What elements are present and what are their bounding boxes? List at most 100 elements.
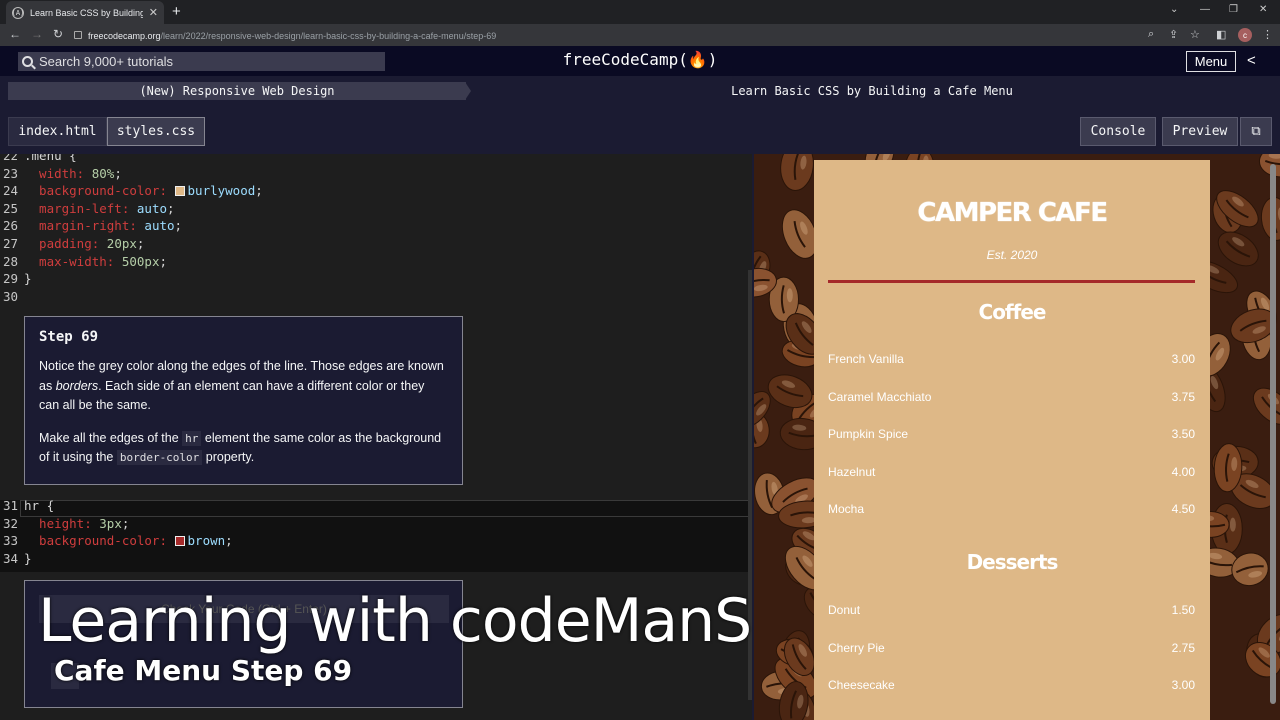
breadcrumb-arrow (465, 82, 471, 100)
browser-menu-icon[interactable]: ⋮ (1262, 28, 1273, 41)
preview-pane[interactable]: CAMPER CAFE Est. 2020 Coffee French Vani… (754, 154, 1280, 720)
code-token: 80% (91, 165, 115, 181)
code-line[interactable]: 31 hr { (0, 498, 752, 516)
step-description: Step 69 Notice the grey color along the … (24, 316, 463, 485)
menu-item: Caramel Macchiato 3.75 (828, 390, 1195, 404)
line-number: 32 (2, 515, 18, 531)
line-number: 27 (2, 236, 18, 251)
code-token: ; (159, 253, 168, 269)
editor-tabs: index.html styles.css Console Preview ⧉ (0, 110, 1280, 154)
code-line[interactable]: 27 padding: 20px; (0, 236, 752, 254)
code-token: ; (136, 236, 145, 251)
video-overlay-title: Learning with codeManS (38, 586, 752, 656)
code-text: background-color: burlywood; (24, 183, 263, 198)
step-emphasis: borders (55, 378, 99, 393)
code-line[interactable]: 33 background-color: brown; (0, 533, 752, 551)
code-line[interactable]: 28 max-width: 500px; (0, 254, 752, 272)
tab-search-icon[interactable]: ⌄ (1170, 4, 1178, 15)
code-line[interactable]: 23 width: 80%; (0, 166, 752, 184)
code-token: padding: (24, 236, 107, 251)
item-name: Caramel Macchiato (828, 389, 932, 404)
code-line[interactable]: 30 (0, 289, 752, 307)
url-field[interactable]: freecodecamp.org/learn/2022/responsive-w… (74, 26, 1134, 44)
close-tab-icon[interactable]: ✕ (149, 6, 158, 19)
new-tab-icon[interactable]: + (172, 3, 181, 20)
fcc-favicon-icon: (A) (11, 6, 25, 19)
item-name: Cherry Pie (828, 640, 885, 655)
code-token: ; (225, 533, 233, 549)
step-paragraph-1: Notice the grey color along the edges of… (39, 357, 448, 416)
code-token: 3px (99, 515, 122, 531)
menu-item: French Vanilla 3.00 (828, 352, 1195, 366)
search-placeholder: Search 9,000+ tutorials (39, 54, 174, 69)
code-token: burlywood (187, 183, 256, 199)
code-token: hr { (24, 498, 55, 513)
preview-popout-icon[interactable]: ⧉ (1240, 117, 1272, 146)
code-token: background-color: (24, 183, 175, 199)
code-line[interactable]: 32 height: 3px; (0, 516, 752, 534)
window-close-icon[interactable]: ✕ (1259, 4, 1267, 15)
minimize-icon[interactable]: — (1200, 4, 1210, 15)
line-number: 24 (2, 183, 18, 199)
share-icon[interactable]: ⇪ (1169, 28, 1178, 41)
bookmark-star-icon[interactable]: ☆ (1190, 28, 1200, 41)
lock-icon (74, 31, 82, 39)
breadcrumb-superblock[interactable]: (New) Responsive Web Design (8, 82, 466, 100)
console-button[interactable]: Console (1080, 117, 1156, 146)
code-token: ; (121, 515, 130, 531)
browser-tab[interactable]: (A) Learn Basic CSS by Building a Ca ✕ (6, 1, 164, 24)
preview-scrollbar[interactable] (1270, 164, 1276, 704)
code-token: brown (187, 533, 226, 549)
preview-button[interactable]: Preview (1162, 117, 1238, 146)
signin-arrow-icon[interactable]: < (1247, 52, 1256, 69)
code-line[interactable]: 25 margin-left: auto; (0, 201, 752, 219)
reload-icon[interactable]: ↻ (53, 27, 63, 41)
code-line[interactable]: 26 margin-right: auto; (0, 218, 752, 236)
zoom-icon[interactable]: ⌕ (1148, 28, 1154, 41)
line-number: 30 (2, 288, 18, 304)
code-token: max-width: (24, 253, 122, 269)
restore-icon[interactable]: ❐ (1229, 4, 1238, 15)
cafe-title: CAMPER CAFE (917, 198, 1108, 228)
code-token: ; (167, 200, 175, 216)
cafe-established: Est. 2020 (986, 248, 1038, 262)
search-input[interactable]: Search 9,000+ tutorials (18, 52, 385, 71)
code-line[interactable]: 29} (0, 271, 752, 289)
breadcrumb-block[interactable]: Learn Basic CSS by Building a Cafe Menu (472, 82, 1272, 100)
code-text: max-width: 500px; (24, 254, 167, 269)
code-text: height: 3px; (24, 516, 129, 531)
color-swatch-icon[interactable] (174, 536, 185, 547)
url-host: freecodecamp.org (88, 31, 161, 41)
code-text: width: 80%; (24, 166, 122, 181)
url-path: /learn/2022/responsive-web-design/learn-… (160, 31, 497, 41)
fcc-logo[interactable]: freeCodeCamp(🔥) (540, 50, 740, 69)
color-swatch-icon[interactable] (174, 186, 185, 197)
screen: (A) Learn Basic CSS by Building a Ca ✕ +… (0, 0, 1280, 720)
code-token: 20px (106, 236, 137, 251)
step-text: property. (202, 450, 255, 464)
item-name: Mocha (828, 502, 865, 516)
code-line[interactable]: 22 .menu { (0, 154, 752, 166)
tab-index-html[interactable]: index.html (8, 117, 107, 146)
menu-button[interactable]: Menu (1186, 51, 1236, 72)
breadcrumb: (New) Responsive Web Design Learn Basic … (0, 76, 1280, 110)
desserts-heading: Desserts (966, 550, 1059, 574)
code-line[interactable]: 34} (0, 551, 752, 569)
code-line[interactable]: 24 background-color: burlywood; (0, 183, 752, 201)
menu-item: Donut 1.50 (828, 603, 1195, 617)
tab-styles-css[interactable]: styles.css (107, 117, 205, 146)
code-token: background-color: (24, 533, 175, 549)
code-token: auto (136, 200, 167, 216)
back-icon[interactable]: ← (9, 27, 21, 41)
step-title: Step 69 (39, 329, 99, 345)
code-text: .menu { (24, 154, 77, 163)
line-number: 31 (2, 498, 18, 513)
forward-icon[interactable]: → (31, 27, 43, 41)
menu-item: Cherry Pie 2.75 (828, 641, 1195, 655)
address-bar: ← → ↻ freecodecamp.org/learn/2022/respon… (0, 24, 1280, 46)
code-token: } (24, 271, 32, 287)
step-paragraph-2: Make all the edges of the hr element the… (39, 429, 448, 468)
side-panel-icon[interactable]: ◧ (1216, 28, 1226, 41)
profile-avatar[interactable]: c (1238, 28, 1252, 42)
line-number: 34 (2, 550, 18, 566)
